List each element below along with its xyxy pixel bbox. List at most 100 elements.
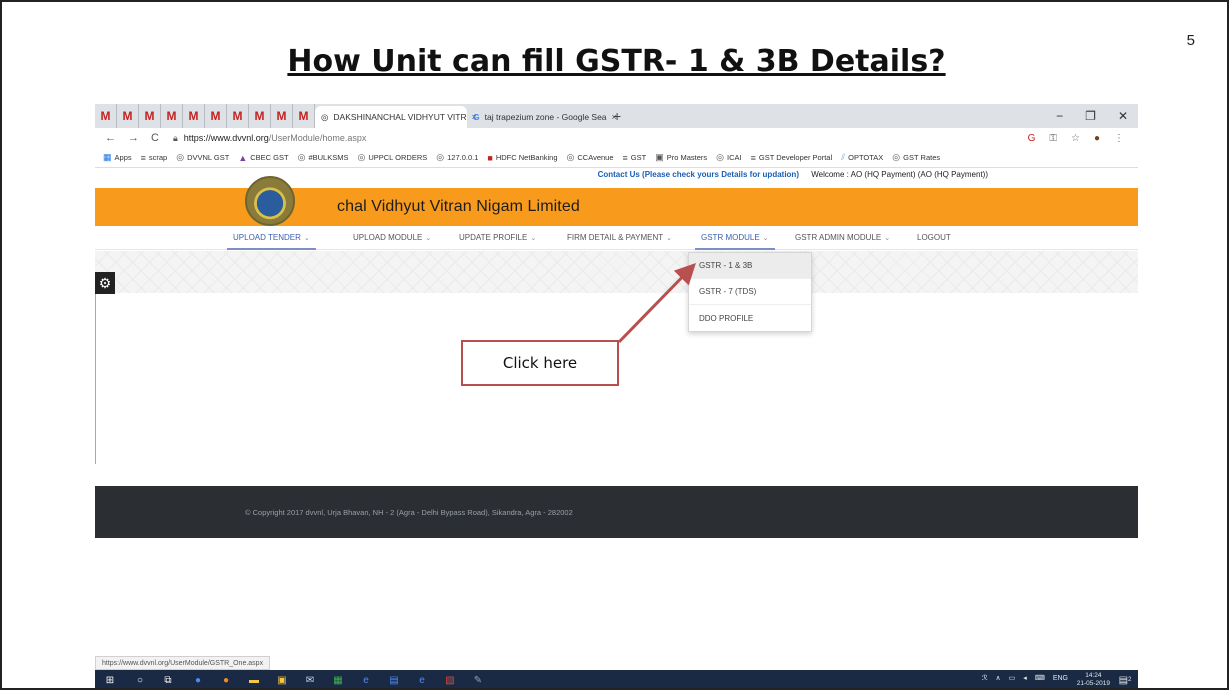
main-menu: UPLOAD TENDER ⌄ UPLOAD MODULE ⌄ UPDATE PRO… xyxy=(95,226,1138,250)
bookmark[interactable]: ◎ DVVNL GST xyxy=(176,152,229,163)
gmail-tab[interactable]: M xyxy=(139,104,161,128)
gmail-tab[interactable]: M xyxy=(271,104,293,128)
url-path: /UserModule/home.aspx xyxy=(268,133,367,143)
lock-icon: 🔒︎ xyxy=(172,132,178,143)
bank-icon: ■ xyxy=(487,152,493,163)
bookmark[interactable]: ▲ CBEC GST xyxy=(238,153,288,163)
system-tray: ℛ ∧ ▭ ◂ ⌨ ENG xyxy=(982,674,1068,683)
close-window-icon[interactable]: ✕ xyxy=(1118,109,1128,123)
web-page: Contact Us (Please check yours Details f… xyxy=(95,168,1138,688)
menu-update-profile[interactable]: UPDATE PROFILE ⌄ xyxy=(459,233,536,242)
back-icon[interactable]: ← xyxy=(105,132,116,144)
menu-gstr-admin[interactable]: GSTR ADMIN MODULE ⌄ xyxy=(795,233,890,242)
ie-icon[interactable]: e xyxy=(415,673,429,687)
mail-icon[interactable]: ✉ xyxy=(303,673,317,687)
tab-dvvnl[interactable]: ◎ DAKSHINANCHAL VIDHYUT VITR × xyxy=(315,106,477,128)
gmail-icon: M xyxy=(276,109,287,123)
bookmark[interactable]: ◎ UPPCL ORDERS xyxy=(357,152,427,163)
chrome-icon[interactable]: ● xyxy=(191,673,205,687)
menu-logout[interactable]: LOGOUT xyxy=(917,233,951,242)
gmail-tab[interactable]: M xyxy=(161,104,183,128)
bookmark-icon: ≡ xyxy=(622,152,628,163)
gmail-tab[interactable]: M xyxy=(183,104,205,128)
minimize-icon[interactable]: − xyxy=(1056,109,1063,123)
dropdown-item-gstr7[interactable]: GSTR - 7 (TDS) xyxy=(689,279,811,305)
forward-icon[interactable]: → xyxy=(128,132,139,144)
menu-gstr-module[interactable]: GSTR MODULE ⌄ xyxy=(695,233,775,250)
star-icon[interactable]: ☆ xyxy=(1071,133,1080,144)
task-view-icon[interactable]: ⧉ xyxy=(161,673,175,687)
notification-icon[interactable]: ▤ 2 xyxy=(1118,673,1132,687)
avatar[interactable]: ● xyxy=(1094,133,1100,144)
gmail-tab[interactable]: M xyxy=(293,104,315,128)
bookmark-icon: ⫽ xyxy=(841,152,846,162)
dropdown-item-ddo-profile[interactable]: DDO PROFILE xyxy=(689,305,811,331)
menu-firm-detail[interactable]: FIRM DETAIL & PAYMENT ⌄ xyxy=(567,233,672,242)
search-icon[interactable]: ○ xyxy=(133,673,147,687)
globe-icon: ◎ xyxy=(566,152,575,162)
more-menu-icon[interactable]: ⋮ xyxy=(1114,133,1124,144)
bookmark[interactable]: ≡ GST Developer Portal xyxy=(751,153,833,163)
windows-taskbar: ⊞ ○ ⧉ ● ● ▬ ▣ ✉ ▦ e ▤ e ▧ ✎ ℛ ∧ ▭ ◂ ⌨ EN… xyxy=(95,670,1138,688)
bookmark[interactable]: ◎ GST Rates xyxy=(892,152,940,163)
key-icon[interactable]: ⚿ xyxy=(1049,133,1057,144)
bookmark[interactable]: ◎ 127.0.0.1 xyxy=(436,152,478,163)
gmail-icon: M xyxy=(254,109,265,123)
bookmark[interactable]: ◎ ICAI xyxy=(716,152,741,163)
bookmark[interactable]: ■ HDFC NetBanking xyxy=(487,153,557,163)
window-controls: − ❐ ✕ xyxy=(1056,109,1138,123)
url-field[interactable]: 🔒︎ https://www.dvvnl.org/UserModule/home… xyxy=(173,133,366,144)
volume-icon[interactable]: ◂ xyxy=(1023,674,1027,682)
chevron-up-icon[interactable]: ∧ xyxy=(995,674,1000,682)
bookmark[interactable]: ◎ #BULKSMS xyxy=(298,152,349,163)
bookmarks-bar: ▦ Apps ≡ scrap ◎ DVVNL GST ▲ CBEC GST ◎ #BULK… xyxy=(95,148,1138,168)
bookmark-icon: ≡ xyxy=(140,152,146,163)
bookmark[interactable]: ⫽ OPTOTAX xyxy=(841,152,883,163)
menu-upload-tender[interactable]: UPLOAD TENDER ⌄ xyxy=(227,233,316,250)
reload-icon[interactable]: C xyxy=(151,132,159,144)
gmail-icon: M xyxy=(100,109,111,123)
globe-icon: ◎ xyxy=(436,152,445,162)
keyboard-icon[interactable]: ⌨ xyxy=(1035,674,1045,682)
edge-icon[interactable]: e xyxy=(359,673,373,687)
gmail-tab[interactable]: M xyxy=(117,104,139,128)
file-explorer-icon[interactable]: ▬ xyxy=(247,673,261,687)
tab-google-search[interactable]: G taj trapezium zone - Google Sea × xyxy=(467,106,617,128)
gear-icon[interactable]: ⚙ xyxy=(95,272,115,294)
gmail-tab[interactable]: M xyxy=(95,104,117,128)
gmail-tab[interactable]: M xyxy=(249,104,271,128)
dropdown-item-gstr1-3b[interactable]: GSTR - 1 & 3B xyxy=(689,253,811,279)
contact-us-link[interactable]: Contact Us (Please check yours Details f… xyxy=(598,170,799,179)
app-icon[interactable]: ▤ xyxy=(387,673,401,687)
bookmark[interactable]: ▣ Pro Masters xyxy=(655,152,707,163)
app-icon[interactable]: ▧ xyxy=(443,673,457,687)
globe-icon: ◎ xyxy=(297,152,306,162)
firefox-icon[interactable]: ● xyxy=(219,673,233,687)
extension-icon[interactable]: G xyxy=(1028,133,1036,144)
language-indicator[interactable]: ENG xyxy=(1053,675,1068,682)
people-icon[interactable]: ℛ xyxy=(982,674,988,682)
gstr-dropdown: GSTR - 1 & 3B GSTR - 7 (TDS) DDO PROFILE xyxy=(688,252,812,332)
store-icon[interactable]: ▣ xyxy=(275,673,289,687)
network-icon[interactable]: ▭ xyxy=(1009,674,1016,682)
maximize-icon[interactable]: ❐ xyxy=(1085,109,1096,123)
gmail-icon: M xyxy=(232,109,243,123)
bookmark[interactable]: ≡ scrap xyxy=(141,153,168,163)
app-icon[interactable]: ✎ xyxy=(471,673,485,687)
gmail-tab[interactable]: M xyxy=(227,104,249,128)
excel-icon[interactable]: ▦ xyxy=(331,673,345,687)
bookmark[interactable]: ≡ GST xyxy=(623,153,647,163)
clock-time: 14:24 xyxy=(1085,672,1102,679)
browser-window: M M M M M M M M M M ◎ DAKSHINANCHAL VIDH… xyxy=(95,104,1138,688)
bookmark[interactable]: ◎ CCAvenue xyxy=(567,152,614,163)
windows-start-icon[interactable]: ⊞ xyxy=(103,673,117,687)
gmail-tab[interactable]: M xyxy=(205,104,227,128)
new-tab-button[interactable]: + xyxy=(613,108,621,124)
gmail-icon: M xyxy=(144,109,155,123)
clock[interactable]: 14:24 21-05-2019 xyxy=(1077,672,1110,688)
gmail-icon: M xyxy=(210,109,221,123)
menu-upload-module[interactable]: UPLOAD MODULE ⌄ xyxy=(353,233,431,242)
bookmark[interactable]: ▦ Apps xyxy=(103,152,132,163)
slide-number: 5 xyxy=(1186,32,1195,49)
gmail-icon: M xyxy=(298,109,309,123)
